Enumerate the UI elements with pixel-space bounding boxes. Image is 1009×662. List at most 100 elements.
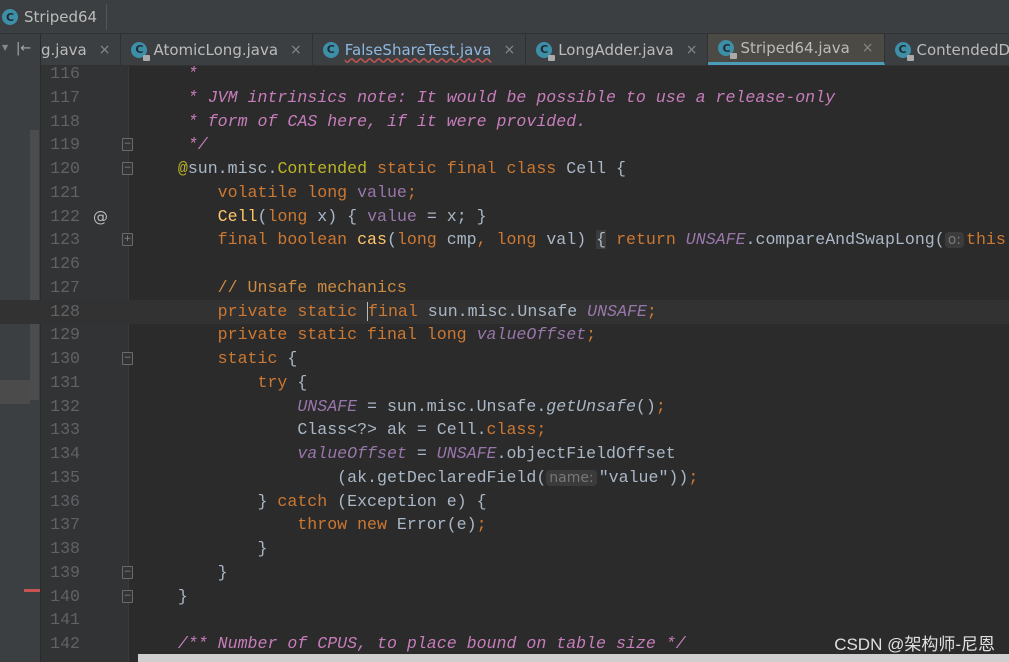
fold-collapse-icon[interactable]: − [122, 138, 133, 152]
code-token: valueOffset [297, 444, 407, 463]
code-token: ; [536, 420, 547, 440]
code-line[interactable]: 116 * [0, 62, 1009, 86]
class-icon: C [2, 9, 18, 25]
code-text: static { [138, 347, 298, 371]
code-text: volatile long value; [138, 181, 417, 205]
code-token: try [257, 372, 288, 392]
code-token: ; [688, 467, 699, 487]
code-line[interactable]: 120 − @sun.misc.Contended static final cl… [0, 157, 1009, 181]
code-line[interactable]: 134 valueOffset = UNSAFE.objectFieldOffs… [0, 442, 1009, 466]
code-line[interactable]: 141 [0, 608, 1009, 632]
horizontal-scrollbar[interactable] [138, 654, 1009, 662]
tab-atomiclong-java[interactable]: C AtomicLong.java × [121, 34, 313, 65]
code-line[interactable]: 133 Class<?> ak = Cell.class; [0, 418, 1009, 442]
code-line[interactable]: 126 [0, 252, 1009, 276]
code-text: } [138, 585, 188, 609]
tab-g-java[interactable]: g.java × [41, 34, 122, 65]
override-marker-icon[interactable]: @ [93, 205, 108, 229]
code-line[interactable]: 121 volatile long value; [0, 181, 1009, 205]
code-line[interactable]: 136 } catch (Exception e) { [0, 490, 1009, 514]
code-token: )) [668, 467, 689, 487]
code-token: { [596, 230, 607, 250]
line-number: 128 [50, 301, 80, 321]
code-text: Cell(long x) { value = x; } [138, 205, 487, 229]
code-token: private static final long [217, 325, 477, 345]
code-text: (ak.getDeclaredField(name: "value")); [138, 466, 698, 490]
code-token: * [138, 64, 198, 83]
tab-label: AtomicLong.java [153, 40, 279, 59]
code-line[interactable]: 140 − } [0, 585, 1009, 609]
code-text: try { [138, 371, 308, 395]
close-icon[interactable]: × [290, 42, 302, 58]
line-number: 119 [50, 135, 80, 155]
code-line[interactable]: 129 private static final long valueOffse… [0, 323, 1009, 347]
close-icon[interactable]: × [99, 42, 111, 58]
breadcrumb-label: Striped64 [24, 8, 98, 26]
close-icon[interactable]: × [503, 42, 515, 58]
code-token: * form of CAS here, if it were provided. [138, 111, 587, 131]
code-token: valueOffset [476, 325, 587, 345]
code-line[interactable]: 138 } [0, 537, 1009, 561]
tab-contendeddemo-java[interactable]: CContendedDemo.java× [885, 34, 1009, 65]
code-line[interactable]: 127 // Unsafe mechanics [0, 276, 1009, 300]
line-number: 141 [50, 610, 80, 630]
fold-collapse-icon[interactable]: − [122, 589, 133, 603]
line-number: 118 [50, 111, 80, 131]
code-text: private static final long valueOffset; [138, 323, 596, 347]
code-token: } [138, 539, 268, 558]
code-token: ; [586, 325, 597, 345]
line-number: 142 [50, 634, 80, 653]
fold-expand-icon[interactable]: + [122, 233, 133, 247]
code-token: throw new [297, 515, 397, 535]
line-number: 136 [50, 491, 80, 511]
code-token: cas [357, 230, 387, 250]
code-line[interactable]: 135 (ak.getDeclaredField(name: "value")); [0, 466, 1009, 490]
code-line[interactable]: 119 − */ [0, 133, 1009, 157]
close-icon[interactable]: × [862, 40, 874, 56]
collapse-icon[interactable]: |← [16, 41, 31, 56]
tab-striped64-java[interactable]: C Striped64.java × [708, 34, 885, 65]
code-token: // Unsafe mechanics [217, 277, 407, 297]
tab-falsesharetest-java[interactable]: C FalseShareTest.java × [313, 34, 527, 65]
code-line[interactable]: 123 + final boolean cas(long cmp, long va… [0, 228, 1009, 252]
code-line[interactable]: 131 try { [0, 371, 1009, 395]
code-line[interactable]: 122 @ Cell(long x) { value = x; } [0, 205, 1009, 229]
tab-longadder-java[interactable]: C LongAdder.java × [526, 34, 709, 65]
code-line[interactable]: 118 * form of CAS here, if it were provi… [0, 110, 1009, 134]
fold-collapse-icon[interactable]: − [122, 565, 133, 579]
code-token: Cell { [566, 159, 626, 178]
dropdown-arrow-icon[interactable]: ▼ [2, 43, 8, 52]
code-line[interactable]: 132 UNSAFE = sun.misc.Unsafe.getUnsafe()… [0, 395, 1009, 419]
line-number: 120 [50, 159, 80, 178]
parameter-hint: name: [546, 469, 597, 486]
line-number: 130 [50, 349, 80, 368]
code-line[interactable]: 139 − } [0, 561, 1009, 585]
code-line[interactable]: 137 throw new Error(e); [0, 513, 1009, 537]
code-line[interactable]: 130 − static { [0, 347, 1009, 371]
code-line[interactable]: 128 private static final sun.misc.Unsafe… [0, 299, 1009, 324]
code-token: Error(e) [396, 515, 477, 535]
code-token: { [277, 349, 298, 368]
code-token: static final class [367, 159, 567, 178]
lock-icon [906, 54, 914, 61]
line-number: 138 [50, 539, 80, 558]
lock-icon [730, 53, 738, 59]
code-token: } [138, 586, 188, 606]
code-text: valueOffset = UNSAFE.objectFieldOffset [138, 442, 676, 466]
code-token: .objectFieldOffset [496, 444, 676, 463]
code-token: private static [217, 301, 368, 321]
code-token: = x; } [416, 206, 487, 226]
close-icon[interactable]: × [686, 42, 698, 58]
code-token: (Exception e) { [327, 491, 487, 511]
fold-collapse-icon[interactable]: − [122, 352, 133, 365]
fold-collapse-icon[interactable]: − [122, 162, 133, 175]
code-token: value [367, 206, 417, 226]
breadcrumb-striped64[interactable]: C Striped64 [2, 6, 107, 28]
code-text: } [138, 561, 228, 585]
code-line[interactable]: 117 * JVM intrinsics note: It would be p… [0, 86, 1009, 110]
